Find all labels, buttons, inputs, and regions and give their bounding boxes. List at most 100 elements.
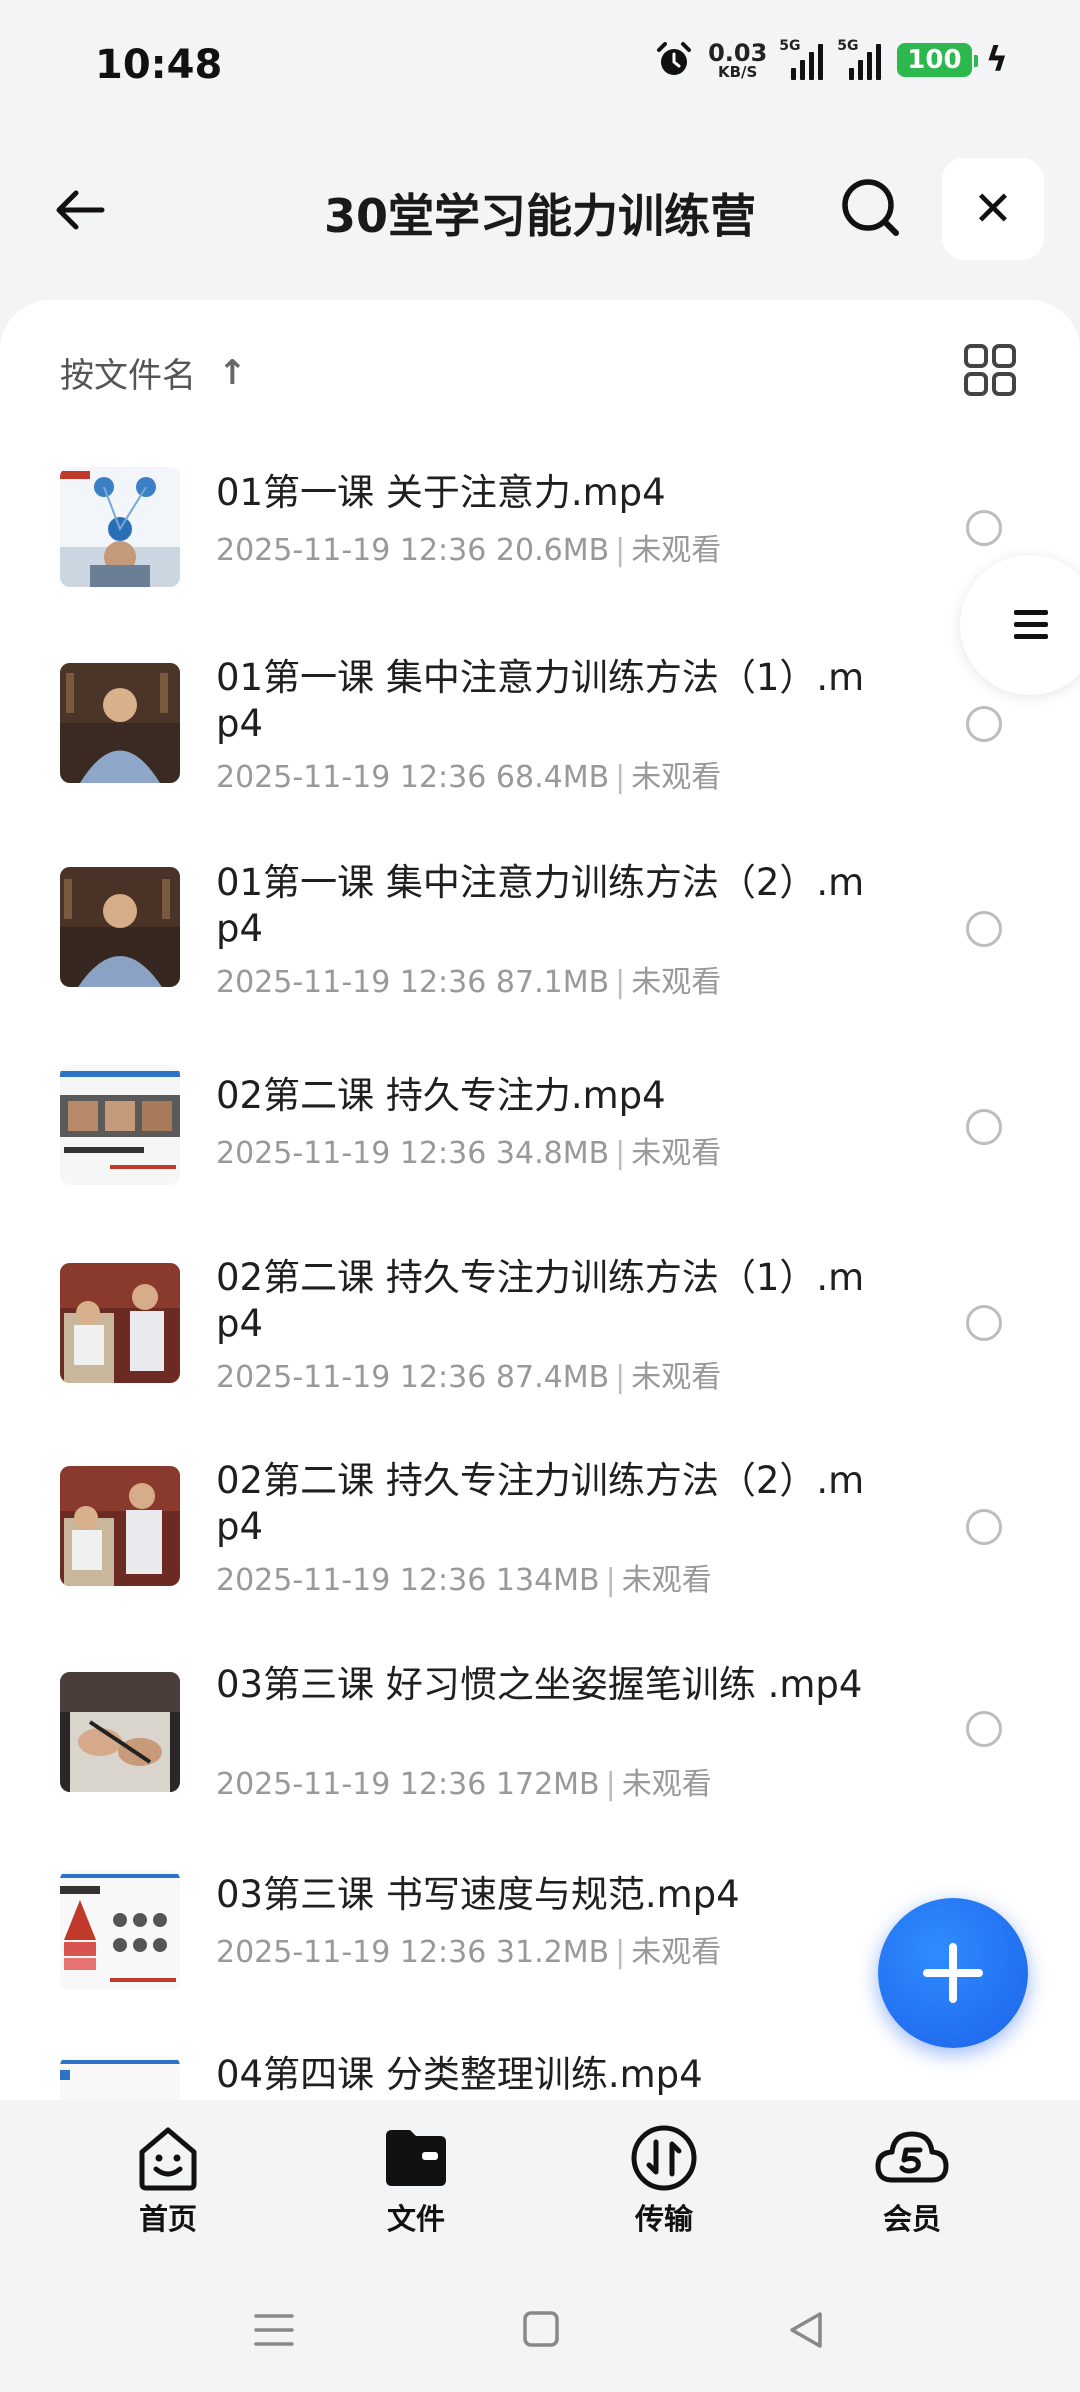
file-meta: 2025-11-19 12:36 34.8MB | 未观看 (216, 1136, 722, 1171)
status-bar: 10:48 0.03 KB/S 5G 5G 100 ϟ (0, 0, 1080, 130)
file-name: 03第三课 好习惯之坐姿握笔训练 .mp4 (216, 1663, 863, 1706)
video-thumbnail (60, 1065, 180, 1185)
file-date: 2025-11-19 12:36 (216, 965, 487, 1000)
watch-status: 未观看 (621, 1563, 712, 1598)
file-name: 03第三课 书写速度与规范.mp4 (216, 1873, 740, 1916)
page-title: 30堂学习能力训练营 (323, 189, 756, 243)
file-row[interactable]: 01第一课 关于注意力.mp4 2025-11-19 12:36 20.6MB |… (0, 440, 1080, 640)
system-nav-bar (0, 2280, 1080, 2392)
watch-status: 未观看 (621, 1767, 712, 1802)
select-radio[interactable] (966, 1109, 1002, 1145)
vip-cloud-icon (875, 2131, 949, 2183)
file-date: 2025-11-19 12:36 (216, 1767, 487, 1802)
video-thumbnail (60, 1466, 180, 1586)
alarm-clock-icon (657, 42, 692, 75)
file-row[interactable]: 02第二课 持久专注力训练方法（2）.mp4 2025-11-19 12:36 … (0, 1440, 1080, 1640)
nav-home[interactable]: 首页 (98, 2122, 238, 2238)
sort-label: 按文件名 (60, 356, 196, 396)
select-radio[interactable] (966, 1305, 1002, 1341)
sort-arrow-icon: ↑ (218, 352, 247, 393)
file-meta: 2025-11-19 12:36 134MB | 未观看 (216, 1563, 712, 1598)
net-speed-unit: KB/S (718, 62, 758, 81)
file-size: 34.8MB (495, 1136, 610, 1171)
file-row[interactable]: 01第一课 集中注意力训练方法（1）.mp4 2025-11-19 12:36 … (0, 640, 1080, 840)
signal-label: 5G (779, 38, 801, 54)
status-icons: 0.03 KB/S 5G 5G 100 ϟ (654, 38, 1008, 81)
file-size: 31.2MB (495, 1935, 610, 1970)
file-size: 20.6MB (495, 533, 610, 568)
battery-indicator: 100 (897, 43, 978, 77)
nav-transfer[interactable]: 传输 (594, 2122, 734, 2238)
folder-icon (386, 2130, 446, 2186)
watch-status: 未观看 (631, 533, 722, 568)
transfer-icon (631, 2125, 697, 2191)
close-button[interactable]: ✕ (942, 158, 1044, 260)
file-date: 2025-11-19 12:36 (216, 1136, 487, 1171)
menu-icon (1014, 610, 1048, 639)
file-size: 68.4MB (495, 760, 610, 795)
file-size: 87.4MB (495, 1360, 610, 1395)
file-date: 2025-11-19 12:36 (216, 1935, 487, 1970)
file-date: 2025-11-19 12:36 (216, 1360, 487, 1395)
file-row[interactable]: 04第四课 分类整理训练.mp4 (0, 2040, 1080, 2100)
home-smile-icon (139, 2127, 197, 2191)
nav-transfer-label: 传输 (634, 2202, 693, 2236)
file-name: 02第二课 持久专注力训练方法（2）.mp4 (216, 1459, 865, 1548)
file-name: 01第一课 集中注意力训练方法（1）.mp4 (216, 656, 865, 745)
bottom-nav: 首页 文件 传输 会员 (0, 2100, 1080, 2240)
header: 30堂学习能力训练营 ✕ (0, 150, 1080, 270)
nav-vip[interactable]: 会员 (842, 2122, 982, 2238)
search-icon[interactable] (838, 175, 904, 241)
file-row[interactable]: 02第二课 持久专注力.mp4 2025-11-19 12:36 34.8MB |… (0, 1045, 1080, 1235)
sort-control[interactable]: 按文件名 ↑ (60, 348, 247, 397)
video-thumbnail (60, 1672, 180, 1792)
file-name: 04第四课 分类整理训练.mp4 (216, 2053, 703, 2096)
video-thumbnail (60, 2056, 180, 2100)
status-time: 10:48 (95, 42, 223, 88)
file-meta: 2025-11-19 12:36 172MB | 未观看 (216, 1767, 712, 1802)
nav-files-label: 文件 (386, 2202, 445, 2236)
file-meta: 2025-11-19 12:36 31.2MB | 未观看 (216, 1935, 722, 1970)
nav-vip-label: 会员 (882, 2202, 941, 2236)
select-radio[interactable] (966, 1509, 1002, 1545)
signal-icon: 5G (837, 38, 883, 80)
watch-status: 未观看 (631, 1136, 722, 1171)
video-thumbnail (60, 467, 180, 587)
home-square-icon[interactable] (522, 2308, 560, 2352)
plus-icon (923, 1943, 983, 2003)
select-radio[interactable] (966, 706, 1002, 742)
file-date: 2025-11-19 12:36 (216, 1563, 487, 1598)
file-name: 01第一课 集中注意力训练方法（2）.mp4 (216, 861, 865, 950)
file-meta: 2025-11-19 12:36 87.1MB | 未观看 (216, 965, 722, 1000)
watch-status: 未观看 (631, 1935, 722, 1970)
file-size: 172MB (495, 1767, 600, 1802)
nav-home-label: 首页 (138, 2202, 197, 2236)
file-row[interactable]: 01第一课 集中注意力训练方法（2）.mp4 2025-11-19 12:36 … (0, 845, 1080, 1045)
net-speed-value: 0.03 (708, 38, 768, 67)
watch-status: 未观看 (631, 965, 722, 1000)
back-triangle-icon[interactable] (786, 2308, 826, 2352)
video-thumbnail (60, 867, 180, 987)
file-panel: 按文件名 ↑ 01第一课 关于注意力.mp4 2025-11-19 12:36 … (0, 300, 1080, 2100)
file-row[interactable]: 03第三课 好习惯之坐姿握笔训练 .mp4 2025-11-19 12:36 1… (0, 1640, 1080, 1840)
select-radio[interactable] (966, 911, 1002, 947)
file-name: 02第二课 持久专注力.mp4 (216, 1074, 666, 1117)
file-size: 87.1MB (495, 965, 610, 1000)
file-meta: 2025-11-19 12:36 20.6MB | 未观看 (216, 533, 722, 568)
video-thumbnail (60, 1263, 180, 1383)
video-thumbnail (60, 1870, 180, 1990)
select-radio[interactable] (966, 1711, 1002, 1747)
file-row[interactable]: 02第二课 持久专注力训练方法（1）.mp4 2025-11-19 12:36 … (0, 1235, 1080, 1445)
nav-files[interactable]: 文件 (346, 2122, 486, 2238)
file-date: 2025-11-19 12:36 (216, 533, 487, 568)
charging-icon: ϟ (985, 40, 1008, 80)
file-date: 2025-11-19 12:36 (216, 760, 487, 795)
file-name: 01第一课 关于注意力.mp4 (216, 471, 666, 514)
file-meta: 2025-11-19 12:36 87.4MB | 未观看 (216, 1360, 722, 1395)
file-name: 02第二课 持久专注力训练方法（1）.mp4 (216, 1256, 865, 1345)
add-button[interactable] (878, 1898, 1028, 2048)
grid-view-icon[interactable] (960, 340, 1020, 400)
select-radio[interactable] (966, 510, 1002, 546)
recent-apps-icon[interactable] (254, 2308, 294, 2352)
signal-label: 5G (837, 38, 859, 54)
